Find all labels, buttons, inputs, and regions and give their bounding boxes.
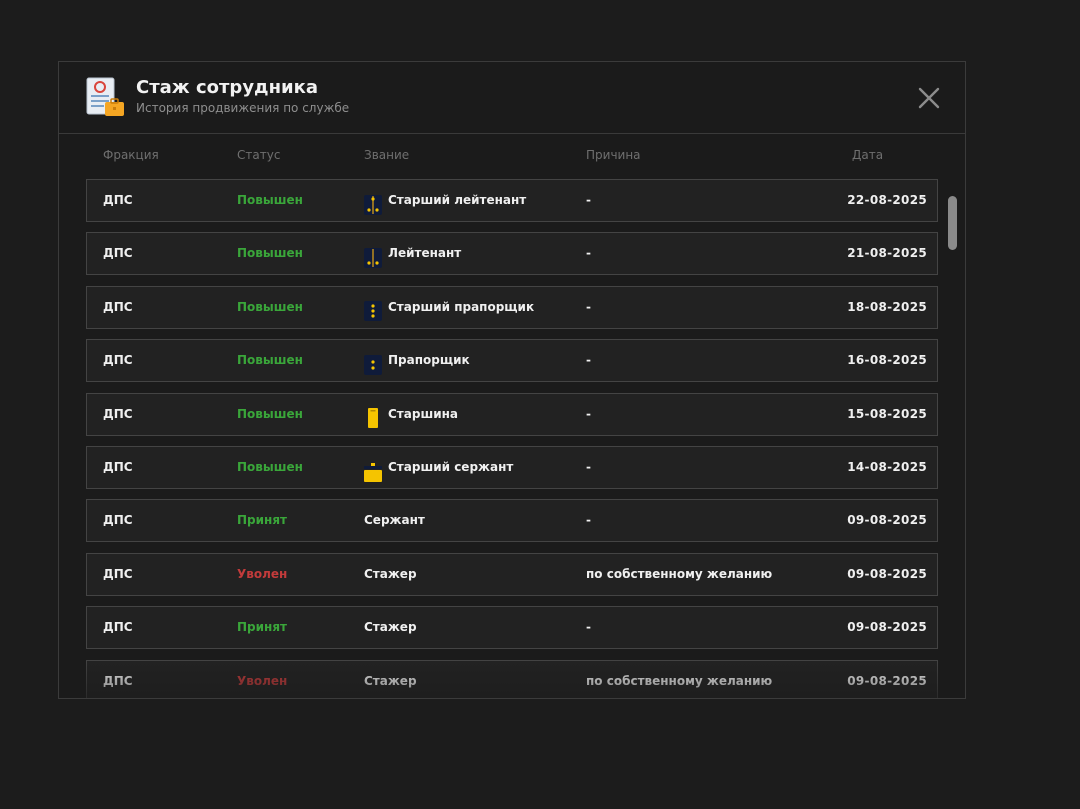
rank-cell: Сержант [364,500,425,541]
date-cell: 15-08-2025 [847,406,927,421]
rank-cell: Старший лейтенант [364,180,526,221]
rank-label: Стажер [364,620,417,635]
faction-cell: ДПС [103,406,133,421]
service-history-modal: Стаж сотрудника История продвижения по с… [58,61,966,699]
table-row[interactable]: ДПС Уволен Стажер по собственному желанию 09… [86,552,938,596]
faction-cell: ДПС [103,246,133,261]
status-cell: Повышен [237,299,303,314]
status-cell: Уволен [237,673,288,688]
table-row[interactable]: ДПС Повышен Старший лейтенант - 22-08-2025 [86,179,938,222]
modal-subtitle: История продвижения по службе [136,101,350,115]
table-row[interactable]: ДПС Повышен Старшина - 15-08-2025 [86,392,938,436]
date-cell: 09-08-2025 [847,620,927,635]
rank-label: Старший лейтенант [388,193,527,207]
table-row[interactable]: ДПС Принят Сержант - 09-08-2025 [86,499,938,543]
faction-cell: ДПС [103,513,133,528]
rank-label: Стажер [364,566,417,581]
date-cell: 09-08-2025 [847,513,927,528]
rank-cell: Лейтенант [364,233,461,274]
faction-cell: ДПС [103,566,133,581]
column-faction: Фракция [103,148,159,162]
status-cell: Уволен [237,566,288,581]
rank-cell: Старший сержант [364,447,513,488]
rank-cell: Прапорщик [364,340,470,381]
date-cell: 21-08-2025 [847,246,927,261]
rank-cell: Стажер [364,661,417,698]
rank-label: Старший сержант [388,460,514,474]
rank-cell: Старший прапорщик [364,287,534,328]
status-cell: Повышен [237,406,303,421]
gold-chevron-icon [364,458,382,482]
reason-cell: - [586,406,591,421]
modal-header: Стаж сотрудника История продвижения по с… [59,62,965,134]
status-cell: Принят [237,513,287,528]
column-status: Статус [237,148,281,162]
date-cell: 22-08-2025 [847,193,927,207]
rank-label: Стажер [364,673,417,688]
reason-cell: - [586,460,591,474]
document-briefcase-icon [86,77,124,116]
close-icon[interactable] [917,86,941,110]
table-row[interactable]: ДПС Уволен Стажер по собственному желанию 09… [86,659,938,698]
status-cell: Повышен [237,193,303,207]
rank-cell: Старшина [364,394,458,435]
rank-cell: Стажер [364,607,417,648]
rank-cell: Стажер [364,554,417,595]
column-date: Дата [852,148,884,162]
dots-three-icon [364,297,382,322]
date-cell: 18-08-2025 [847,299,927,314]
table-header: Фракция Статус Звание Причина Дата [59,148,965,166]
reason-cell: - [586,513,591,528]
date-cell: 14-08-2025 [847,460,927,474]
rank-label: Старший прапорщик [388,299,535,314]
scrollbar-thumb[interactable] [948,196,957,250]
rank-label: Старшина [388,406,458,421]
rank-label: Лейтенант [388,246,462,261]
table-row[interactable]: ДПС Повышен Старший сержант - 14-08-2025 [86,446,938,489]
status-cell: Повышен [237,460,303,474]
reason-cell: по собственному желанию [586,566,773,581]
star-two-icon [364,244,382,268]
status-cell: Принят [237,620,287,635]
faction-cell: ДПС [103,193,133,207]
reason-cell: - [586,193,591,207]
faction-cell: ДПС [103,460,133,474]
star-three-icon [364,191,382,215]
rank-label: Сержант [364,513,425,528]
date-cell: 09-08-2025 [847,673,927,688]
reason-cell: - [586,353,591,368]
column-reason: Причина [586,148,641,162]
reason-cell: - [586,246,591,261]
table-row[interactable]: ДПС Повышен Лейтенант - 21-08-2025 [86,232,938,276]
date-cell: 16-08-2025 [847,353,927,368]
faction-cell: ДПС [103,673,133,688]
table-row[interactable]: ДПС Повышен Прапорщик - 16-08-2025 [86,339,938,383]
table-row[interactable]: ДПС Принят Стажер - 09-08-2025 [86,606,938,650]
status-cell: Повышен [237,353,303,368]
date-cell: 09-08-2025 [847,566,927,581]
reason-cell: по собственному желанию [586,673,773,688]
reason-cell: - [586,620,591,635]
reason-cell: - [586,299,591,314]
gold-stripe-icon [364,404,382,429]
table-row[interactable]: ДПС Повышен Старший прапорщик - 18-08-2025 [86,285,938,329]
rank-label: Прапорщик [388,353,470,368]
dots-two-icon [364,351,382,375]
status-cell: Повышен [237,246,303,261]
column-rank: Звание [364,148,410,162]
faction-cell: ДПС [103,620,133,635]
faction-cell: ДПС [103,299,133,314]
history-list[interactable]: ДПС Повышен Старший лейтенант -22-08-2025 ДП… [86,179,939,698]
faction-cell: ДПС [103,353,133,368]
modal-title: Стаж сотрудника [136,77,319,98]
